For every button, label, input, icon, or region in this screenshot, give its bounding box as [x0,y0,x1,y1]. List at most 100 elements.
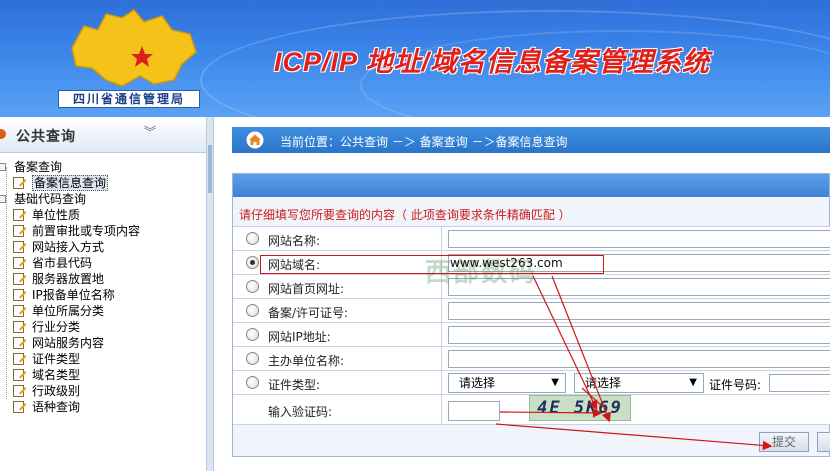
sidebar-item-label: 前置审批或专项内容 [32,224,141,238]
license-input[interactable] [448,302,830,320]
sidebar-item-language[interactable]: 语种查询 [0,399,206,415]
row-label-cell: 网站名称: [233,227,442,250]
site-name-radio[interactable] [246,232,259,245]
sidebar-item-label: 网站接入方式 [32,240,105,254]
homepage-radio[interactable] [246,280,259,293]
captcha-input[interactable] [448,401,500,421]
sidebar-item-label: 备案信息查询 [32,175,109,191]
form-row-captcha: 输入验证码: 4E 5K69 [233,395,830,425]
cert-subtype-select[interactable]: 请选择 ▼ [574,373,704,393]
document-edit-icon [13,369,27,381]
sichuan-map-logo [71,9,197,87]
row-label-cell: 主办单位名称: [233,347,442,370]
license-radio[interactable] [246,304,259,317]
field-label: 网站首页网址: [268,282,345,296]
site-name-input[interactable] [448,230,830,248]
sidebar-item-ip-unit[interactable]: IP报备单位名称 [0,287,206,303]
nav-tree: 备案查询 备案信息查询 基础代码查询 单位性质 前置审批或专项内容 网站接入方式… [0,153,206,415]
sidebar-splitter[interactable] [206,117,214,471]
document-edit-icon [13,209,27,221]
sidebar-item-label: 域名类型 [32,368,81,382]
query-form-panel: 请仔细填写您所要查询的内容（ 此项查询要求条件精确匹配 ） 网站名称: 网站域名… [232,173,830,457]
dropdown-arrow-icon: ▼ [689,377,697,388]
form-row-organizer: 主办单位名称: [233,347,830,371]
sidebar-item-label: 单位性质 [32,208,81,222]
sidebar-item-pre-approval[interactable]: 前置审批或专项内容 [0,223,206,239]
row-label-cell: 备案/许可证号: [233,299,442,322]
reset-button[interactable] [817,432,830,452]
sidebar-item-access-method[interactable]: 网站接入方式 [0,239,206,255]
form-row-site-name: 网站名称: [233,227,830,251]
sidebar-title: 公共查询 [16,129,76,145]
document-edit-icon [13,225,27,237]
document-edit-icon [13,177,27,189]
row-label-cell: 输入验证码: [233,395,442,424]
sidebar-item-label: 单位所属分类 [32,304,105,318]
sidebar-item-unit-category[interactable]: 单位所属分类 [0,303,206,319]
cert-radio[interactable] [246,376,259,389]
sidebar-item-server-location[interactable]: 服务器放置地 [0,271,206,287]
document-edit-icon [13,353,27,365]
ip-radio[interactable] [246,328,259,341]
home-icon[interactable] [246,131,264,149]
form-notice: 请仔细填写您所要查询的内容（ 此项查询要求条件精确匹配 ） [239,208,571,222]
sidebar: 公共查询 ︾ 备案查询 备案信息查询 基础代码查询 单位性质 前置审批或专项内容… [0,117,206,471]
field-label: 备案/许可证号: [268,306,349,320]
document-edit-icon [13,321,27,333]
sidebar-header[interactable]: 公共查询 ︾ [0,117,206,153]
field-label: 输入验证码: [268,405,333,419]
sidebar-item-unit-nature[interactable]: 单位性质 [0,207,206,223]
cert-number-input[interactable] [769,374,830,392]
sidebar-item-cert-type[interactable]: 证件类型 [0,351,206,367]
tree-group-base-codes[interactable]: 基础代码查询 [0,191,206,207]
document-edit-icon [13,385,27,397]
form-row-cert: 证件类型: 请选择 ▼ 请选择 ▼ 证件号码: [233,371,830,395]
tree-group-filing[interactable]: 备案查询 [0,159,206,175]
system-title: ICP/IP 地址/域名信息备案管理系统 [274,47,711,77]
sidebar-item-domain-type[interactable]: 域名类型 [0,367,206,383]
field-label: 网站名称: [268,234,321,248]
field-label: 网站IP地址: [268,330,331,344]
sidebar-item-admin-level[interactable]: 行政级别 [0,383,206,399]
sidebar-item-filing-query[interactable]: 备案信息查询 [0,175,206,191]
document-edit-icon [13,257,27,269]
organizer-radio[interactable] [246,352,259,365]
sidebar-item-label: 省市县代码 [32,256,93,270]
tree-toggle-icon[interactable] [0,163,6,171]
select-value: 请选择 [459,376,496,390]
panel-header-bar [233,174,829,197]
sidebar-item-region-code[interactable]: 省市县代码 [0,255,206,271]
collapse-chevron-icon[interactable]: ︾ [144,123,156,140]
splitter-grip[interactable] [208,145,212,193]
document-edit-icon [13,401,27,413]
document-edit-icon [13,273,27,285]
row-label-cell: 网站IP地址: [233,323,442,346]
sidebar-item-service-content[interactable]: 网站服务内容 [0,335,206,351]
bullet-icon [0,129,6,139]
row-label-cell: 证件类型: [233,371,442,394]
document-edit-icon [13,241,27,253]
document-edit-icon [13,337,27,349]
breadcrumb: 当前位置：公共查询 －＞ 备案查询 －＞备案信息查询 [232,127,830,153]
ip-input[interactable] [448,326,830,344]
dropdown-arrow-icon: ▼ [551,377,559,388]
organizer-input[interactable] [448,350,830,368]
captcha-image[interactable]: 4E 5K69 [529,395,631,421]
app-header: 四川省通信管理局 ICP/IP 地址/域名信息备案管理系统 [0,0,830,117]
field-label: 主办单位名称: [268,354,345,368]
sidebar-item-industry[interactable]: 行业分类 [0,319,206,335]
document-edit-icon [13,289,27,301]
sidebar-item-label: 服务器放置地 [32,272,105,286]
domain-input-value: www.west263.com [450,256,563,270]
form-row-license: 备案/许可证号: [233,299,830,323]
submit-button[interactable]: 提交 [759,432,809,452]
document-edit-icon [13,305,27,317]
cert-type-select[interactable]: 请选择 ▼ [448,373,566,393]
sidebar-item-label: 行政级别 [32,384,81,398]
sidebar-item-label: IP报备单位名称 [32,288,115,302]
domain-radio[interactable] [246,256,259,269]
cert-number-label: 证件号码: [709,378,762,392]
tree-toggle-icon[interactable] [0,195,6,203]
sidebar-item-label: 语种查询 [32,400,81,414]
form-row-ip: 网站IP地址: [233,323,830,347]
